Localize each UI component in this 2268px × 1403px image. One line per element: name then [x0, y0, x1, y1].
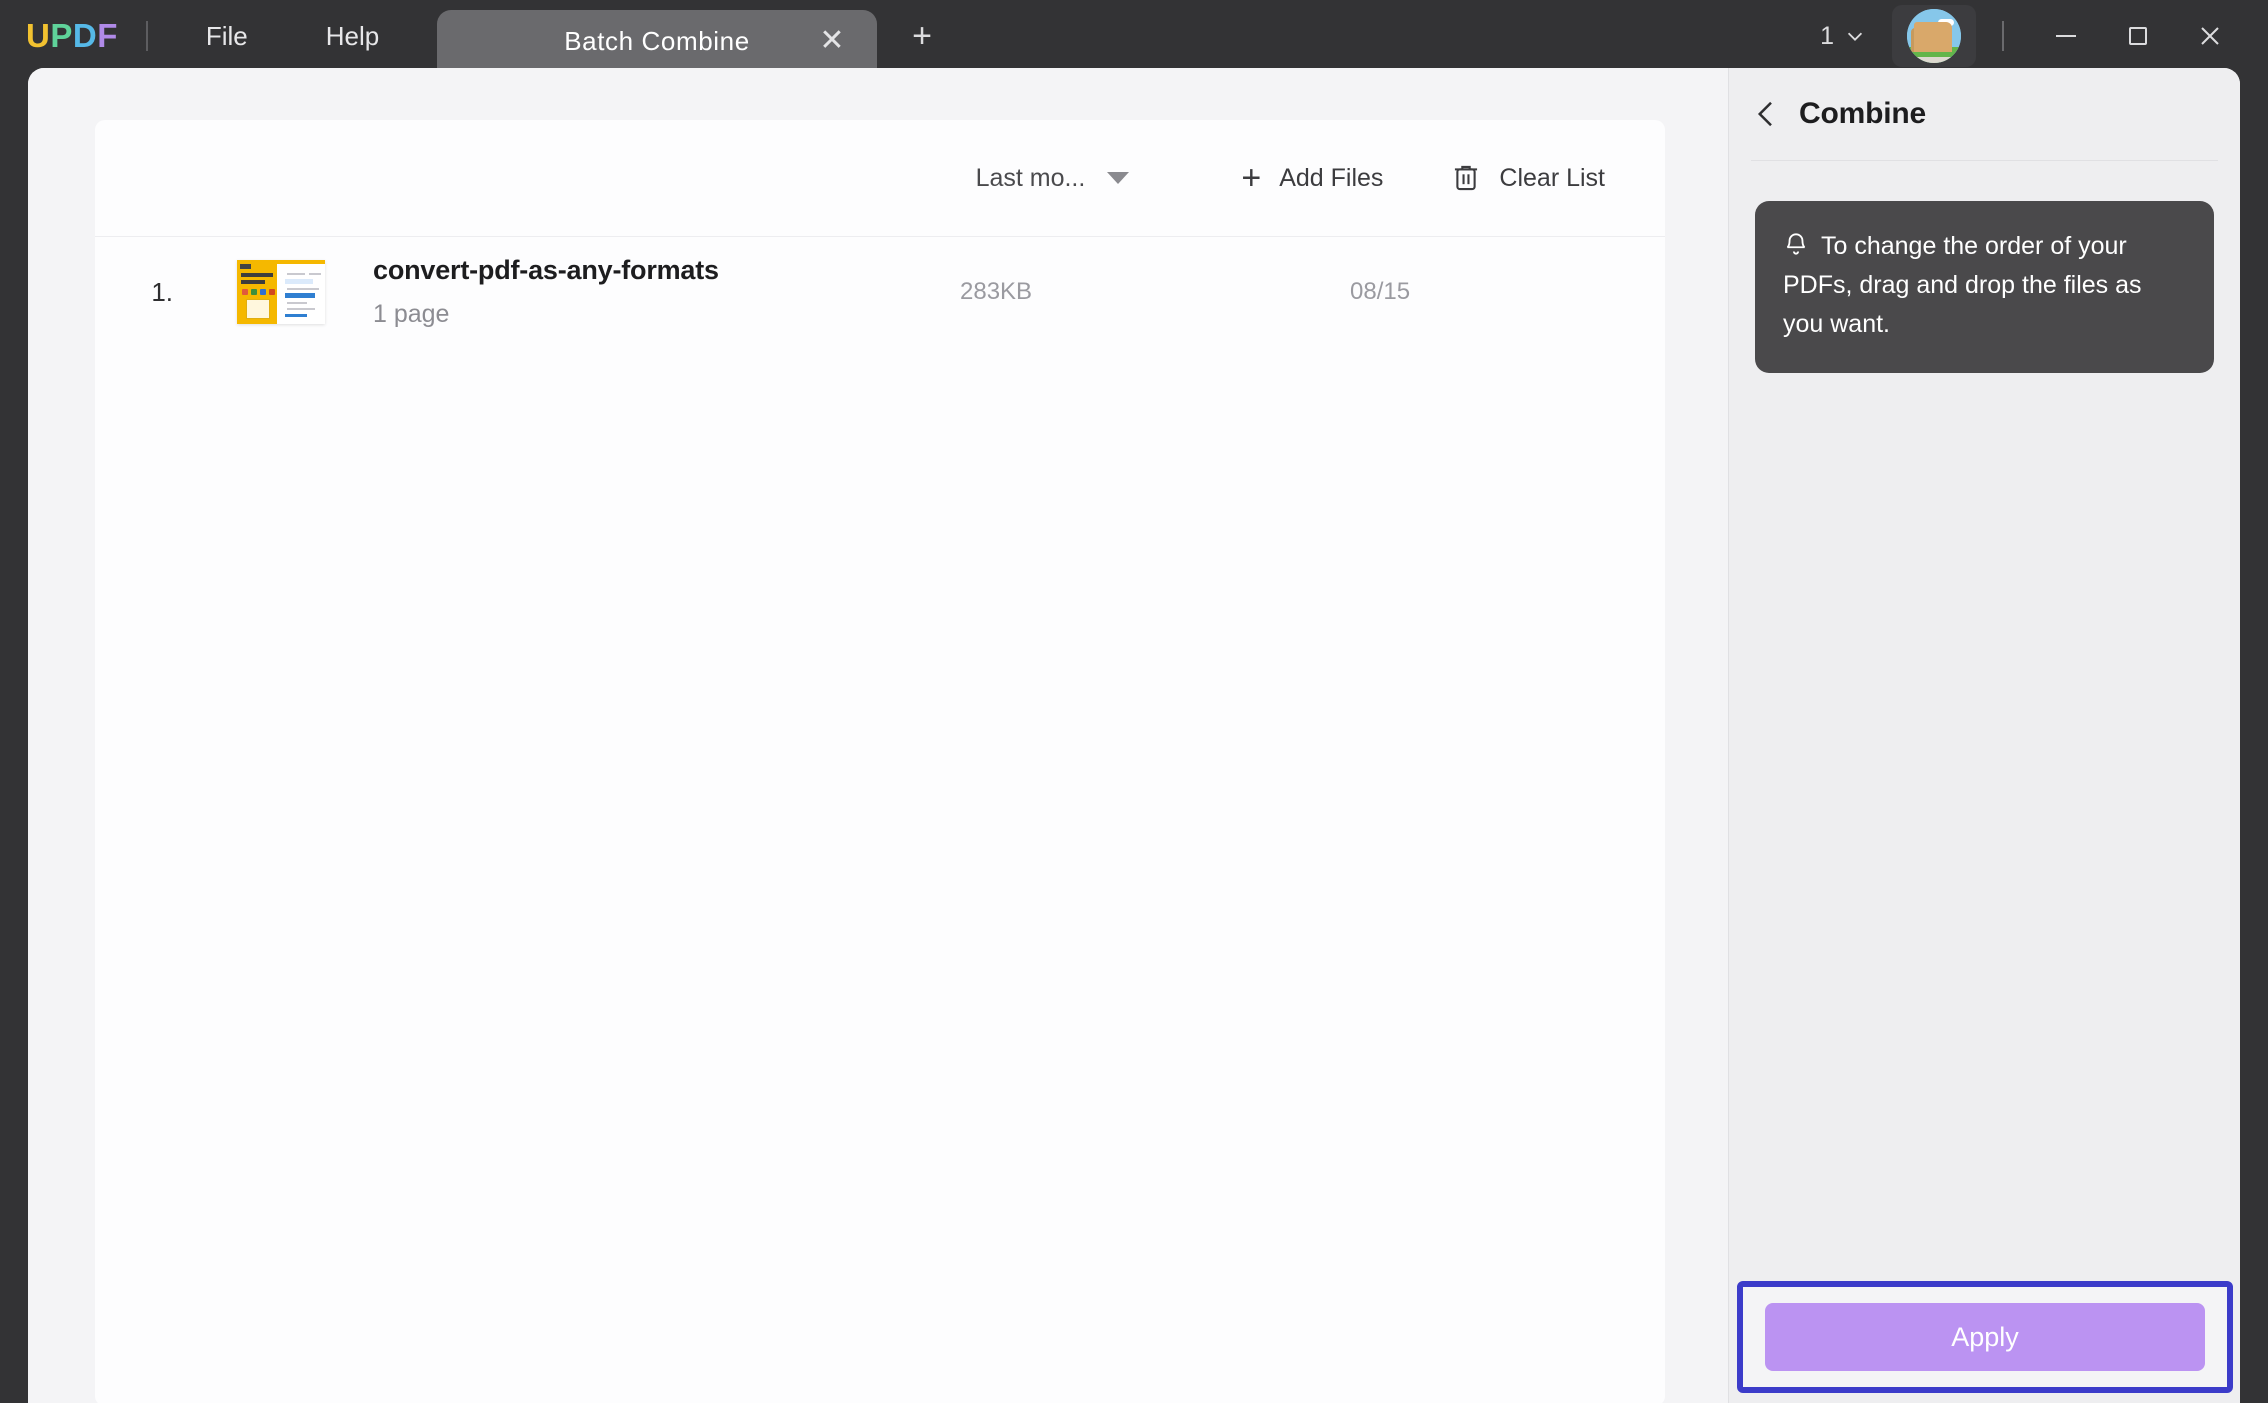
window-controls: 1: [1812, 0, 2268, 72]
apply-button[interactable]: Apply: [1765, 1303, 2205, 1371]
plus-icon: +: [1241, 159, 1262, 197]
tab-label: Batch Combine: [564, 25, 750, 56]
thumbnail-icon-row: [242, 289, 275, 295]
app-logo: U P D F: [26, 17, 118, 55]
close-icon[interactable]: ✕: [815, 24, 849, 58]
logo-divider: [145, 21, 148, 51]
chevron-down-icon: [1107, 172, 1130, 184]
thumbnail-doc-shape: [246, 299, 270, 319]
workspace: Last mo... + Add Files Clear List 1. con…: [28, 68, 2240, 1403]
avatar-road: [1907, 57, 1961, 63]
trash-icon: [1455, 165, 1478, 191]
file-list-card: Last mo... + Add Files Clear List 1. con…: [95, 120, 1665, 1403]
clear-list-label: Clear List: [1499, 163, 1605, 192]
avatar-button[interactable]: [1892, 5, 1976, 67]
minimize-button[interactable]: [2030, 0, 2102, 72]
main-content-area: Last mo... + Add Files Clear List 1. con…: [28, 68, 1728, 1403]
combine-panel: Combine To change the order of your PDFs…: [1728, 68, 2240, 1403]
panel-divider: [1751, 160, 2218, 161]
table-row[interactable]: 1. convert-pdf-as-any-formats 1 page 283…: [95, 237, 1665, 347]
thumbnail-title-line-1: [241, 273, 273, 277]
add-files-label: Add Files: [1279, 163, 1384, 192]
bell-icon: [1786, 233, 1806, 255]
page-count-value: 1: [1820, 21, 1834, 50]
sort-dropdown[interactable]: Last mo...: [964, 156, 1142, 201]
drag-drop-notice: To change the order of your PDFs, drag a…: [1755, 201, 2214, 374]
minimize-icon: [2056, 35, 2076, 37]
menu-file[interactable]: File: [176, 11, 278, 62]
close-button[interactable]: [2174, 0, 2246, 72]
add-files-button[interactable]: + Add Files: [1227, 153, 1397, 203]
logo-letter-d: D: [72, 17, 98, 54]
menu-help[interactable]: Help: [296, 11, 409, 62]
thumbnail-title-line-2: [241, 280, 265, 284]
title-bar: U P D F File Help Batch Combine ✕ + 1: [0, 0, 2268, 72]
logo-letter-u: U: [26, 17, 51, 54]
notice-text: To change the order of your PDFs, drag a…: [1783, 232, 2142, 338]
file-date: 08/15: [1350, 278, 1411, 305]
file-list-toolbar: Last mo... + Add Files Clear List: [95, 120, 1665, 237]
logo-letter-p: P: [50, 17, 73, 54]
chevron-down-icon: [1847, 32, 1863, 41]
panel-header: Combine: [1729, 68, 2240, 160]
clear-list-button[interactable]: Clear List: [1437, 154, 1619, 202]
close-icon: [2201, 27, 2219, 45]
maximize-icon: [2129, 27, 2147, 45]
sort-label: Last mo...: [975, 163, 1086, 192]
page-count-selector[interactable]: 1: [1812, 16, 1874, 57]
tab-batch-combine[interactable]: Batch Combine ✕: [437, 10, 877, 72]
apply-highlight: Apply: [1737, 1281, 2233, 1393]
file-thumbnail: [237, 260, 325, 324]
logo-letter-f: F: [97, 17, 118, 54]
controls-divider: [2002, 21, 2004, 51]
maximize-button[interactable]: [2102, 0, 2174, 72]
file-index: 1.: [151, 276, 173, 307]
plus-icon[interactable]: +: [900, 14, 944, 58]
avatar-building: [1914, 22, 1952, 52]
thumbnail-top-bar: [237, 260, 325, 264]
avatar: [1907, 9, 1961, 63]
page-title: Combine: [1799, 97, 1926, 130]
file-size: 283KB: [960, 278, 1033, 305]
chevron-left-icon[interactable]: [1755, 99, 1777, 129]
